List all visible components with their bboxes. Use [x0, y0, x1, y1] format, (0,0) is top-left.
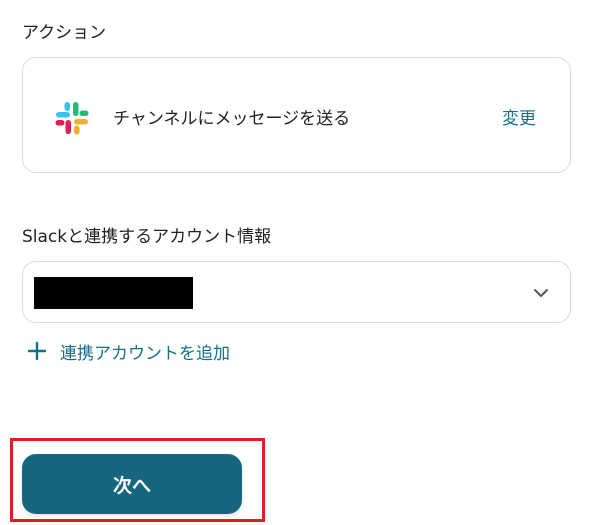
action-card: チャンネルにメッセージを送る 変更 — [22, 57, 571, 173]
chevron-down-icon — [534, 289, 548, 297]
action-heading: アクション — [22, 23, 107, 43]
action-name: チャンネルにメッセージを送る — [113, 109, 351, 129]
change-action-link[interactable]: 変更 — [502, 104, 536, 129]
add-account-link[interactable]: 連携アカウントを追加 — [27, 338, 230, 364]
slack-logo-icon — [55, 102, 89, 135]
redacted-account-value — [34, 277, 193, 309]
next-button[interactable]: 次へ — [22, 454, 242, 514]
account-heading: Slackと連携するアカウント情報 — [22, 227, 272, 247]
plus-icon — [27, 341, 47, 361]
account-select[interactable] — [22, 261, 571, 323]
add-account-label: 連携アカウントを追加 — [60, 343, 230, 364]
